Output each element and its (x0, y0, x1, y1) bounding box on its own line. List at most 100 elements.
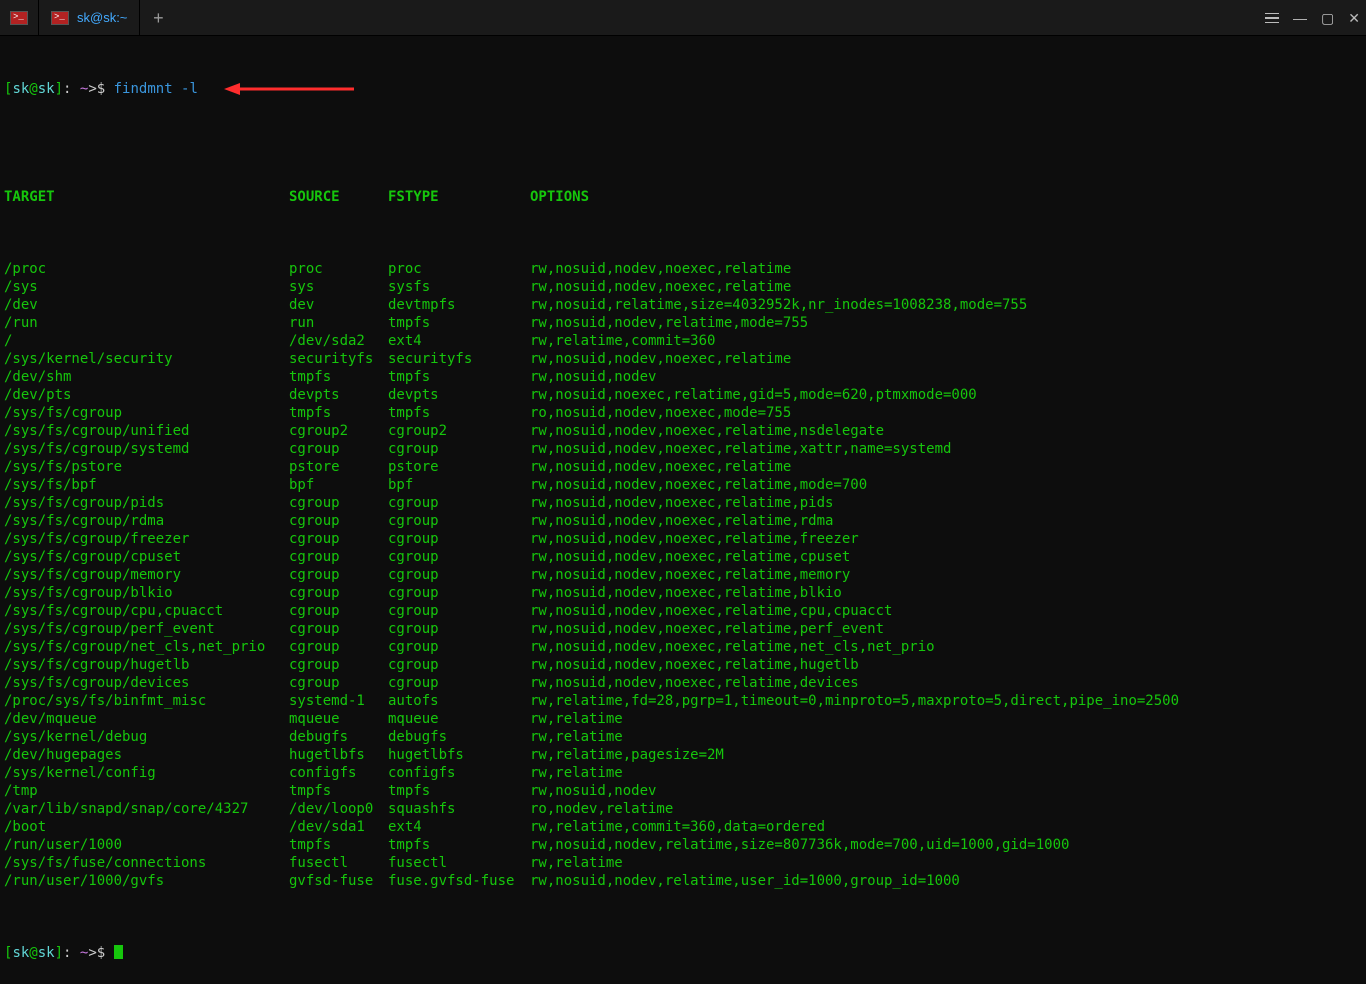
cell-source: cgroup (289, 440, 388, 458)
output-rows: /procprocprocrw,nosuid,nodev,noexec,rela… (4, 260, 1362, 890)
cell-options: rw,nosuid,nodev (530, 369, 656, 385)
cell-target: /sys/fs/cgroup/cpuset (4, 548, 289, 566)
cell-source: gvfsd-fuse (289, 872, 388, 890)
col-header-target: TARGET (4, 188, 289, 206)
tab-title: sk@sk:~ (77, 9, 127, 27)
cell-fstype: cgroup (388, 440, 530, 458)
cell-source: devpts (289, 386, 388, 404)
cursor-block (114, 945, 123, 959)
window-controls: — ▢ ✕ (1265, 0, 1360, 36)
maximize-button[interactable]: ▢ (1321, 9, 1334, 27)
table-row: /sys/fs/cgroup/unifiedcgroup2cgroup2rw,n… (4, 422, 1362, 440)
cell-options: rw,relatime (530, 765, 623, 781)
cell-source: tmpfs (289, 404, 388, 422)
table-row: /sys/kernel/configconfigfsconfigfsrw,rel… (4, 764, 1362, 782)
cell-fstype: squashfs (388, 800, 530, 818)
cell-source: run (289, 314, 388, 332)
table-row: /dev/mqueuemqueuemqueuerw,relatime (4, 710, 1362, 728)
cell-fstype: mqueue (388, 710, 530, 728)
cell-fstype: autofs (388, 692, 530, 710)
table-row: /run/user/1000/gvfsgvfsd-fusefuse.gvfsd-… (4, 872, 1362, 890)
cell-target: /sys/kernel/security (4, 350, 289, 368)
cell-source: dev (289, 296, 388, 314)
cell-source: cgroup2 (289, 422, 388, 440)
cell-target: /sys/fs/fuse/connections (4, 854, 289, 872)
table-row: /sys/fs/cgroup/blkiocgroupcgrouprw,nosui… (4, 584, 1362, 602)
cell-source: /dev/loop0 (289, 800, 388, 818)
cell-target: /sys/fs/cgroup/memory (4, 566, 289, 584)
terminal-icon (51, 11, 69, 25)
cell-target: /sys/fs/cgroup/pids (4, 494, 289, 512)
table-row: /sys/kernel/securitysecurityfssecurityfs… (4, 350, 1362, 368)
cell-target: /sys/fs/cgroup/unified (4, 422, 289, 440)
table-row: //dev/sda2ext4rw,relatime,commit=360 (4, 332, 1362, 350)
cell-target: /sys/fs/cgroup/freezer (4, 530, 289, 548)
cell-target: /sys/fs/cgroup/systemd (4, 440, 289, 458)
cell-target: /sys/kernel/config (4, 764, 289, 782)
cell-fstype: tmpfs (388, 782, 530, 800)
minimize-button[interactable]: — (1293, 9, 1307, 27)
table-row: /sys/fs/cgroup/cpusetcgroupcgrouprw,nosu… (4, 548, 1362, 566)
prompt-bracket-close: ] (55, 81, 63, 97)
table-row: /run/user/1000tmpfstmpfsrw,nosuid,nodev,… (4, 836, 1362, 854)
prompt-host: sk (38, 81, 55, 97)
cell-source: fusectl (289, 854, 388, 872)
cell-fstype: devtmpfs (388, 296, 530, 314)
cell-fstype: ext4 (388, 818, 530, 836)
cell-target: /sys/fs/cgroup/cpu,cpuacct (4, 602, 289, 620)
close-button[interactable]: ✕ (1348, 9, 1360, 27)
tab-icon-only[interactable] (0, 0, 39, 35)
cell-fstype: ext4 (388, 332, 530, 350)
cell-fstype: bpf (388, 476, 530, 494)
table-row: /sys/fs/fuse/connectionsfusectlfusectlrw… (4, 854, 1362, 872)
cell-options: rw,nosuid,nodev,noexec,relatime,freezer (530, 531, 859, 547)
table-row: /sys/fs/cgroup/memorycgroupcgrouprw,nosu… (4, 566, 1362, 584)
cell-target: /var/lib/snapd/snap/core/4327 (4, 800, 289, 818)
cell-target: /sys/kernel/debug (4, 728, 289, 746)
cell-target: / (4, 332, 289, 350)
cell-options: rw,nosuid,nodev,noexec,relatime,cpu,cpua… (530, 603, 892, 619)
terminal-icon (10, 11, 28, 25)
prompt-line-next: [sk@sk]: ~>$ (4, 944, 1362, 962)
cell-options: rw,relatime (530, 711, 623, 727)
cell-source: configfs (289, 764, 388, 782)
cell-options: rw,nosuid,nodev,noexec,relatime,xattr,na… (530, 441, 951, 457)
prompt-at: @ (29, 81, 37, 97)
cell-options: ro,nosuid,nodev,noexec,mode=755 (530, 405, 791, 421)
cell-fstype: securityfs (388, 350, 530, 368)
cell-source: tmpfs (289, 782, 388, 800)
cell-fstype: cgroup (388, 674, 530, 692)
cell-source: tmpfs (289, 368, 388, 386)
cell-target: /tmp (4, 782, 289, 800)
cell-options: rw,relatime (530, 855, 623, 871)
table-row: /sys/kernel/debugdebugfsdebugfsrw,relati… (4, 728, 1362, 746)
cell-source: pstore (289, 458, 388, 476)
cell-fstype: fuse.gvfsd-fuse (388, 872, 530, 890)
cell-source: tmpfs (289, 836, 388, 854)
table-row: /sys/fs/cgrouptmpfstmpfsro,nosuid,nodev,… (4, 404, 1362, 422)
menu-icon[interactable] (1265, 13, 1279, 24)
cell-source: cgroup (289, 656, 388, 674)
cell-fstype: tmpfs (388, 314, 530, 332)
cell-fstype: configfs (388, 764, 530, 782)
table-row: /sys/fs/cgroup/hugetlbcgroupcgrouprw,nos… (4, 656, 1362, 674)
cell-target: /run/user/1000 (4, 836, 289, 854)
cell-fstype: cgroup (388, 530, 530, 548)
terminal-viewport[interactable]: [sk@sk]: ~>$ findmnt -l TARGETSOURCEFSTY… (0, 36, 1366, 984)
cell-fstype: cgroup (388, 494, 530, 512)
cell-source: mqueue (289, 710, 388, 728)
table-row: /tmptmpfstmpfsrw,nosuid,nodev (4, 782, 1362, 800)
cell-options: rw,nosuid,nodev,noexec,relatime,devices (530, 675, 859, 691)
cell-target: /sys/fs/cgroup/blkio (4, 584, 289, 602)
cell-options: rw,nosuid,nodev,relatime,mode=755 (530, 315, 808, 331)
cell-source: bpf (289, 476, 388, 494)
cell-options: rw,nosuid,nodev,noexec,relatime,nsdelega… (530, 423, 884, 439)
cell-source: cgroup (289, 602, 388, 620)
cell-target: /sys/fs/cgroup (4, 404, 289, 422)
cell-options: rw,nosuid,nodev,noexec,relatime,hugetlb (530, 657, 859, 673)
table-row: /var/lib/snapd/snap/core/4327/dev/loop0s… (4, 800, 1362, 818)
new-tab-button[interactable]: + (140, 0, 176, 35)
cell-fstype: sysfs (388, 278, 530, 296)
cell-target: /sys/fs/cgroup/devices (4, 674, 289, 692)
tab-active[interactable]: sk@sk:~ (39, 0, 140, 35)
